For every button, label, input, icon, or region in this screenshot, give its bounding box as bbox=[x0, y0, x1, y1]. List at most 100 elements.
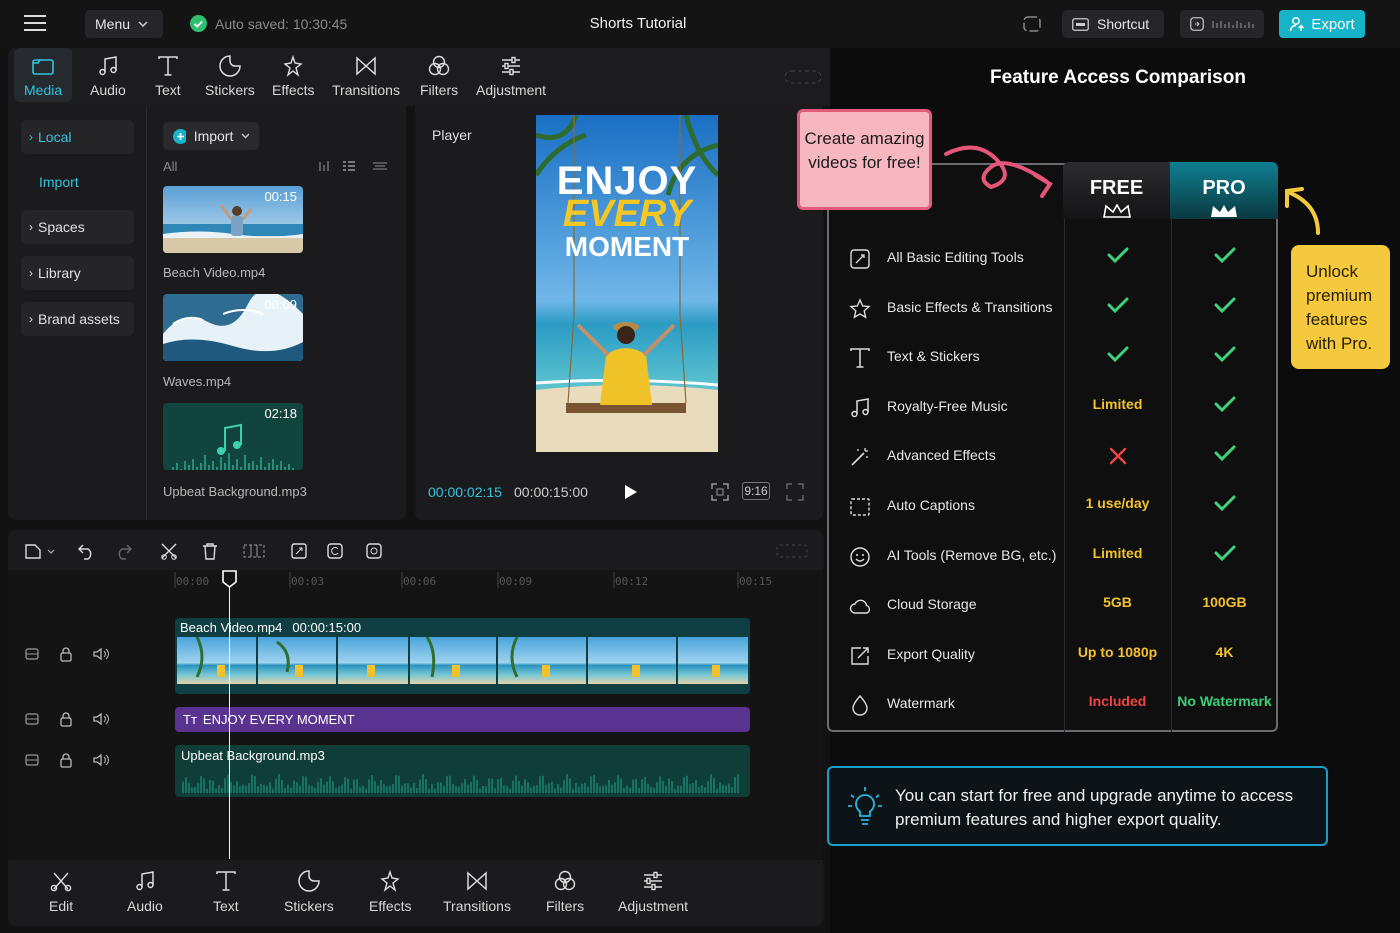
freeze-frame-icon[interactable] bbox=[290, 542, 308, 560]
sidebar-item-brand-assets[interactable]: › Brand assets bbox=[21, 302, 134, 336]
menu-button[interactable]: Menu bbox=[85, 10, 163, 38]
sidebar-item-spaces[interactable]: › Spaces bbox=[21, 210, 134, 244]
plus-circle-icon bbox=[173, 128, 186, 144]
feature-row: Cloud Storage 5GB 100GB bbox=[829, 581, 1278, 631]
feature-row: Watermark Included No Watermark bbox=[829, 680, 1278, 730]
pro-cell bbox=[1171, 395, 1278, 413]
tab-media[interactable]: Media bbox=[24, 54, 62, 98]
sidebar-item-library[interactable]: › Library bbox=[21, 256, 134, 290]
bottom-tab-edit[interactable]: Edit bbox=[49, 870, 73, 914]
speed-icon[interactable] bbox=[365, 542, 383, 560]
lock-icon[interactable] bbox=[58, 646, 74, 662]
video-preview[interactable]: ENJOY EVERY MOMENT bbox=[536, 115, 718, 452]
timeline-settings-icon[interactable] bbox=[776, 542, 808, 560]
tab-text[interactable]: Text bbox=[155, 54, 181, 98]
feature-label: Export Quality bbox=[887, 645, 975, 662]
speaker-icon[interactable] bbox=[92, 752, 110, 768]
refresh-icon[interactable] bbox=[1022, 15, 1042, 33]
tab-label: Text bbox=[155, 82, 181, 98]
hamburger-icon[interactable] bbox=[24, 14, 46, 32]
free-callout: Create amazing videos for free! bbox=[797, 109, 932, 210]
feature-row: Basic Effects & Transitions bbox=[829, 284, 1278, 334]
bottom-tab-transitions[interactable]: Transitions bbox=[443, 870, 511, 914]
split-icon[interactable] bbox=[160, 542, 178, 560]
track-visibility-icon[interactable] bbox=[24, 711, 40, 727]
bottom-tab-stickers[interactable]: Stickers bbox=[284, 870, 334, 914]
tab-label: Transitions bbox=[332, 82, 400, 98]
media-file-name: Waves.mp4 bbox=[163, 374, 232, 389]
chevron-right-icon: › bbox=[29, 220, 33, 234]
redo-icon[interactable] bbox=[114, 542, 132, 560]
bottom-tab-filters[interactable]: Filters bbox=[546, 870, 584, 914]
ai-face-icon bbox=[850, 546, 870, 567]
sidebar-item-local[interactable]: › Local bbox=[21, 120, 134, 154]
tab-effects[interactable]: Effects bbox=[272, 54, 315, 98]
media-thumb-audio[interactable]: 02:18 bbox=[163, 403, 303, 470]
reverse-icon[interactable] bbox=[326, 542, 344, 560]
sidebar-item-label: Local bbox=[38, 129, 72, 145]
check-icon bbox=[1214, 445, 1235, 462]
tab-label: Edit bbox=[49, 898, 74, 914]
feature-icon bbox=[849, 397, 871, 419]
tab-audio[interactable]: Audio bbox=[90, 54, 126, 98]
tip-text: You can start for free and upgrade anyti… bbox=[895, 786, 1294, 829]
aspect-ratio-button[interactable]: 9:16 bbox=[742, 482, 770, 500]
undo-icon[interactable] bbox=[78, 542, 96, 560]
clip-name: ENJOY EVERY MOMENT bbox=[202, 712, 355, 727]
collapse-icon[interactable] bbox=[784, 70, 822, 84]
lock-icon[interactable] bbox=[58, 711, 74, 727]
tab-label: Stickers bbox=[205, 82, 255, 98]
tab-filters[interactable]: Filters bbox=[420, 54, 458, 98]
playhead[interactable] bbox=[229, 571, 230, 859]
fullscreen-icon[interactable] bbox=[786, 483, 804, 501]
sidebar-item-import[interactable]: Import bbox=[21, 165, 134, 199]
feature-row: Text & Stickers bbox=[829, 333, 1278, 383]
feature-icon bbox=[849, 645, 871, 667]
media-file-name: Beach Video.mp4 bbox=[163, 265, 266, 280]
filter-all[interactable]: All bbox=[163, 159, 177, 174]
bottom-tab-effects[interactable]: Effects bbox=[369, 870, 412, 914]
sort-icon[interactable] bbox=[318, 159, 332, 173]
feature-label: Watermark bbox=[887, 695, 955, 712]
ruler-label: 00:09 bbox=[499, 575, 533, 588]
track-visibility-icon[interactable] bbox=[24, 646, 40, 662]
bottom-tab-text[interactable]: Text bbox=[213, 870, 239, 914]
play-button[interactable] bbox=[622, 484, 638, 500]
text-clip[interactable]: Tт ENJOY EVERY MOMENT bbox=[175, 707, 750, 732]
bottom-tab-adjustment[interactable]: Adjustment bbox=[618, 870, 688, 914]
video-clip[interactable]: Beach Video.mp4 00:00:15:00 bbox=[175, 618, 750, 694]
delete-icon[interactable] bbox=[201, 542, 219, 560]
comparison-table: All Basic Editing Tools Basic Effects & T… bbox=[827, 163, 1278, 732]
media-thumb-waves[interactable]: 00:09 bbox=[163, 294, 303, 361]
duration-badge: 00:09 bbox=[264, 297, 297, 312]
tab-label: Effects bbox=[369, 898, 412, 914]
check-icon bbox=[1107, 297, 1128, 313]
speaker-icon[interactable] bbox=[92, 646, 110, 662]
tab-adjustment[interactable]: Adjustment bbox=[476, 54, 546, 98]
pro-cell bbox=[1171, 444, 1278, 462]
filter-lines-icon[interactable] bbox=[372, 159, 388, 173]
import-button[interactable]: Import bbox=[163, 122, 259, 150]
overlay-text-line2: EVERY bbox=[562, 193, 692, 235]
lock-icon[interactable] bbox=[58, 752, 74, 768]
export-button[interactable]: Export bbox=[1279, 10, 1365, 38]
speaker-icon[interactable] bbox=[92, 711, 110, 727]
shortcut-button[interactable]: Shortcut bbox=[1062, 10, 1164, 38]
select-tool-icon[interactable] bbox=[24, 542, 56, 560]
tab-stickers[interactable]: Stickers bbox=[205, 54, 255, 98]
duration-badge: 02:18 bbox=[264, 406, 297, 421]
tab-transitions[interactable]: Transitions bbox=[332, 54, 400, 98]
crop-icon[interactable] bbox=[243, 542, 265, 560]
fit-screen-icon[interactable] bbox=[711, 483, 729, 501]
sparkle-icon bbox=[380, 870, 400, 892]
media-thumb-beach[interactable]: 00:15 bbox=[163, 186, 303, 253]
feature-label: Royalty-Free Music bbox=[887, 397, 1008, 414]
playhead-handle-icon[interactable] bbox=[222, 570, 237, 588]
pro-label: PRO bbox=[1202, 177, 1246, 199]
bottom-tab-audio[interactable]: Audio bbox=[127, 870, 163, 914]
track-visibility-icon[interactable] bbox=[24, 752, 40, 768]
list-view-icon[interactable] bbox=[342, 159, 356, 173]
share-button[interactable] bbox=[1180, 10, 1264, 38]
audio-clip[interactable]: Upbeat Background.mp3 bbox=[175, 745, 750, 797]
music-note-icon bbox=[99, 56, 117, 76]
